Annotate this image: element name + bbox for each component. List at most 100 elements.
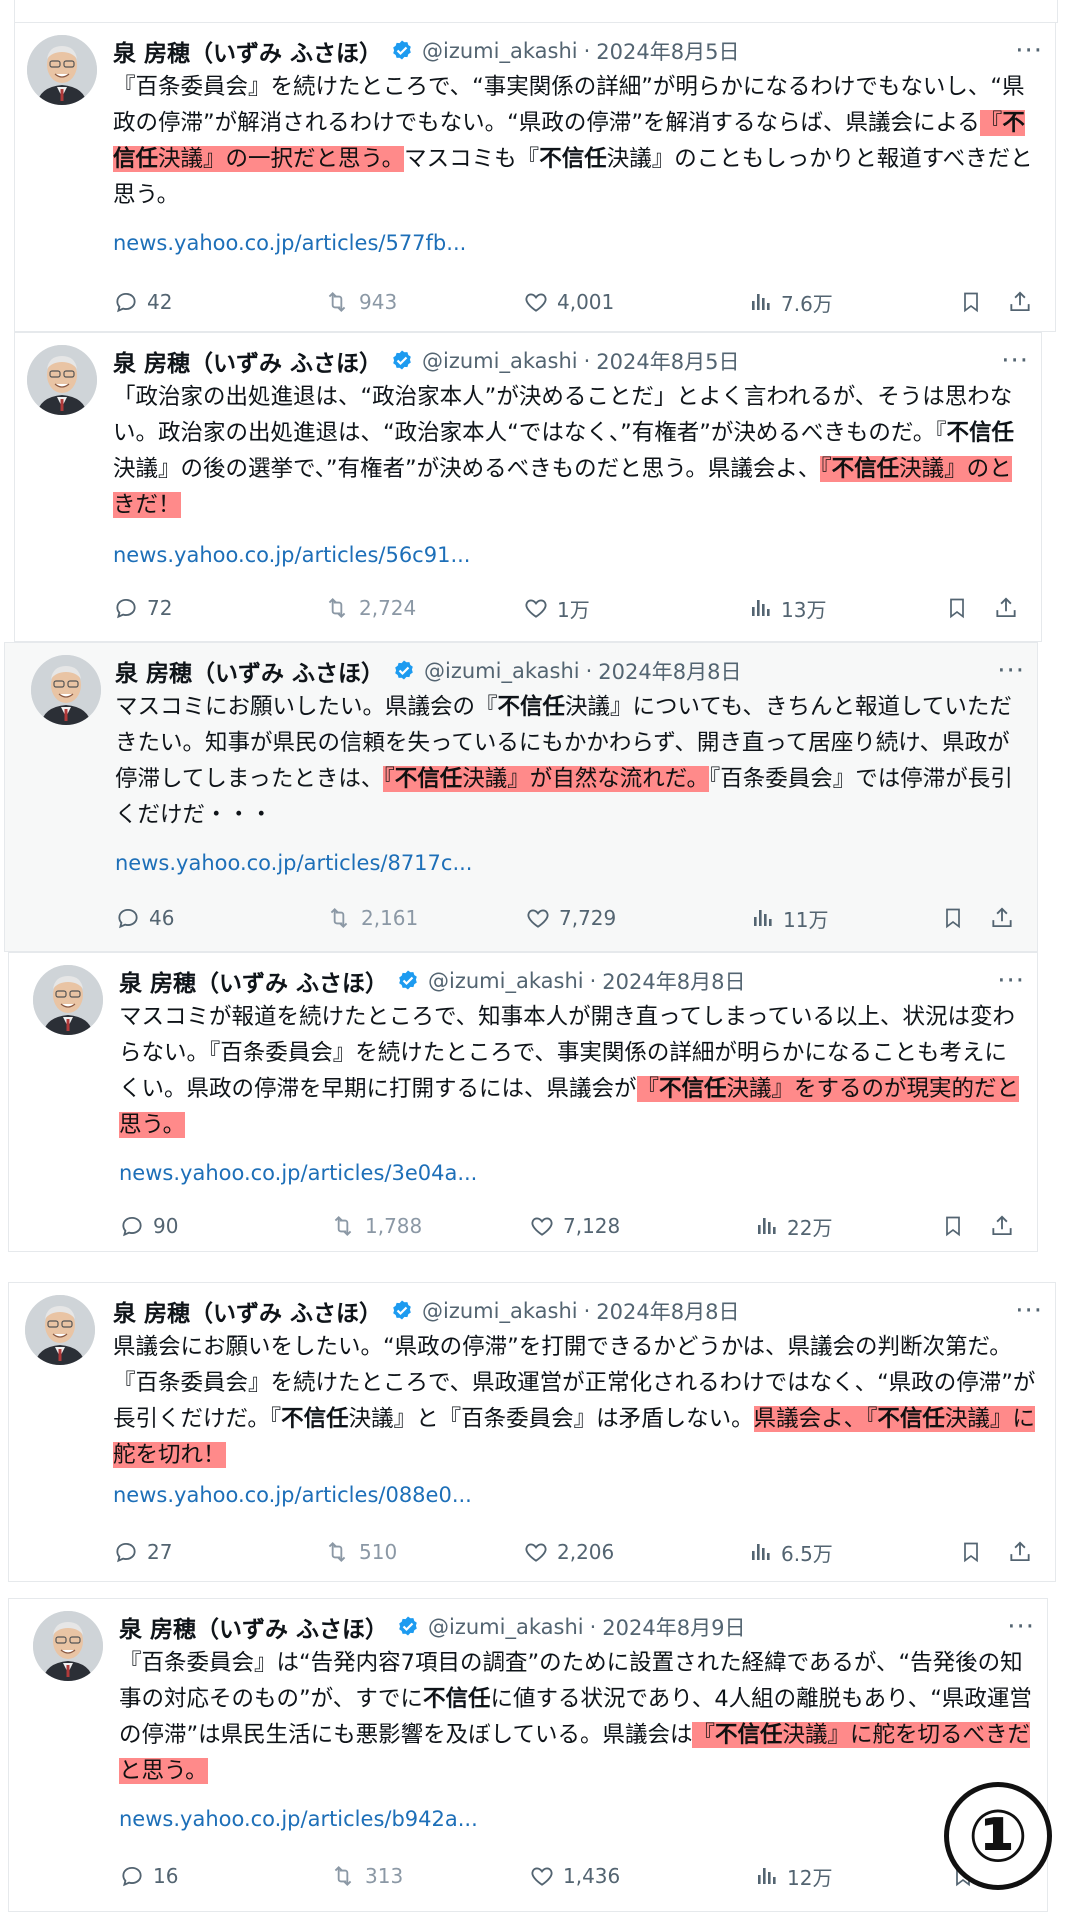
views-count: 6.5万 xyxy=(781,1541,833,1566)
like-button[interactable]: 7,729 xyxy=(525,905,616,931)
author-handle[interactable]: @izumi_akashi xyxy=(422,349,578,373)
more-options-icon[interactable]: ··· xyxy=(997,653,1025,689)
article-link[interactable]: news.yahoo.co.jp/articles/577fb... xyxy=(113,231,466,255)
retweet-button[interactable]: 2,724 xyxy=(323,595,416,621)
author-handle[interactable]: @izumi_akashi xyxy=(428,969,584,993)
article-link[interactable]: news.yahoo.co.jp/articles/56c91... xyxy=(113,543,470,567)
bookmark-button[interactable] xyxy=(945,595,977,621)
text-segment: 決議』と『百条委員会』は矛盾しない。 xyxy=(348,1406,754,1432)
tweet-card[interactable]: 泉 房穂（いずみ ふさほ） @izumi_akashi · 2024年8月9日 … xyxy=(8,1598,1048,1912)
tweet-date[interactable]: 2024年8月9日 xyxy=(602,1612,745,1642)
retweets-count: 1,788 xyxy=(365,1214,423,1238)
author-name[interactable]: 泉 房穂（いずみ ふさほ） xyxy=(119,1610,388,1644)
tweet-header: 泉 房穂（いずみ ふさほ） @izumi_akashi · 2024年8月9日 … xyxy=(119,1609,1035,1645)
more-options-icon[interactable]: ··· xyxy=(1015,1293,1043,1329)
action-bar: 42 943 4,001 7.6万 xyxy=(113,285,1041,319)
retweet-button[interactable]: 510 xyxy=(323,1539,397,1565)
retweet-button[interactable]: 1,788 xyxy=(329,1213,422,1239)
avatar[interactable] xyxy=(25,1295,95,1365)
share-button[interactable] xyxy=(1007,289,1041,315)
like-button[interactable]: 1,436 xyxy=(529,1863,620,1889)
tweet-card[interactable]: 泉 房穂（いずみ ふさほ） @izumi_akashi · 2024年8月8日 … xyxy=(8,952,1038,1252)
article-link[interactable]: news.yahoo.co.jp/articles/8717c... xyxy=(115,851,472,875)
reply-button[interactable]: 72 xyxy=(113,595,172,621)
more-options-icon[interactable]: ··· xyxy=(1015,33,1043,69)
reply-icon xyxy=(113,289,147,315)
avatar[interactable] xyxy=(33,965,103,1035)
reply-button[interactable]: 46 xyxy=(115,905,174,931)
views-button[interactable]: 7.6万 xyxy=(749,288,833,317)
author-handle[interactable]: @izumi_akashi xyxy=(422,39,578,63)
author-handle[interactable]: @izumi_akashi xyxy=(424,659,580,683)
tweet-card[interactable]: 泉 房穂（いずみ ふさほ） @izumi_akashi · 2024年8月8日 … xyxy=(4,642,1038,952)
like-button[interactable]: 4,001 xyxy=(523,289,614,315)
author-name[interactable]: 泉 房穂（いずみ ふさほ） xyxy=(113,344,382,378)
views-button[interactable]: 22万 xyxy=(755,1212,832,1241)
author-handle[interactable]: @izumi_akashi xyxy=(422,1299,578,1323)
views-button[interactable]: 6.5万 xyxy=(749,1538,833,1567)
reply-button[interactable]: 90 xyxy=(119,1213,178,1239)
article-link[interactable]: news.yahoo.co.jp/articles/088e0... xyxy=(113,1483,472,1507)
tweet-date[interactable]: 2024年8月8日 xyxy=(596,1296,739,1326)
like-button[interactable]: 7,128 xyxy=(529,1213,620,1239)
tweet-card[interactable]: 泉 房穂（いずみ ふさほ） @izumi_akashi · 2024年8月8日 … xyxy=(8,1282,1056,1582)
bookmark-button[interactable] xyxy=(941,1213,973,1239)
verified-badge-icon xyxy=(392,659,416,683)
reply-button[interactable]: 27 xyxy=(113,1539,172,1565)
tweet-date[interactable]: 2024年8月8日 xyxy=(602,966,745,996)
verified-badge-icon xyxy=(390,39,414,63)
reply-button[interactable]: 16 xyxy=(119,1863,178,1889)
bar-chart-icon xyxy=(755,1214,787,1238)
avatar[interactable] xyxy=(27,345,97,415)
views-count: 12万 xyxy=(787,1865,833,1890)
views-button[interactable]: 12万 xyxy=(755,1862,832,1891)
bookmark-button[interactable] xyxy=(959,1539,991,1565)
article-link[interactable]: news.yahoo.co.jp/articles/b942a... xyxy=(119,1807,478,1831)
retweet-button[interactable]: 313 xyxy=(329,1863,403,1889)
more-options-icon[interactable]: ··· xyxy=(997,963,1025,999)
share-button[interactable] xyxy=(989,1213,1023,1239)
author-name[interactable]: 泉 房穂（いずみ ふさほ） xyxy=(113,34,382,68)
tweet-card[interactable]: 泉 房穂（いずみ ふさほ） @izumi_akashi · 2024年8月5日 … xyxy=(14,22,1056,332)
share-icon xyxy=(993,595,1027,621)
author-name[interactable]: 泉 房穂（いずみ ふさほ） xyxy=(113,1294,382,1328)
reply-icon xyxy=(119,1213,153,1239)
article-link[interactable]: news.yahoo.co.jp/articles/3e04a... xyxy=(119,1161,477,1185)
verified-badge-icon xyxy=(396,969,420,993)
highlighted-text: 『 xyxy=(979,110,1003,136)
retweet-button[interactable]: 2,161 xyxy=(325,905,418,931)
likes-count: 1,436 xyxy=(563,1864,621,1888)
more-options-icon[interactable]: ··· xyxy=(1007,1609,1035,1645)
bookmark-button[interactable] xyxy=(941,905,973,931)
tweet-text: 県議会にお願いをしたい。“県政の停滞”を打開できるかどうかは、県議会の判断次第だ… xyxy=(113,1329,1043,1473)
more-options-icon[interactable]: ··· xyxy=(1001,343,1029,379)
like-button[interactable]: 1万 xyxy=(523,594,590,623)
avatar[interactable] xyxy=(33,1611,103,1681)
share-button[interactable] xyxy=(1007,1539,1041,1565)
author-name[interactable]: 泉 房穂（いずみ ふさほ） xyxy=(115,654,384,688)
like-button[interactable]: 2,206 xyxy=(523,1539,614,1565)
bookmark-button[interactable] xyxy=(959,289,991,315)
retweet-button[interactable]: 943 xyxy=(323,289,397,315)
views-button[interactable]: 11万 xyxy=(751,904,828,933)
tweet-date[interactable]: 2024年8月5日 xyxy=(596,36,739,66)
bookmark-icon xyxy=(959,1539,991,1565)
retweets-count: 943 xyxy=(359,290,398,314)
tweet-date[interactable]: 2024年8月5日 xyxy=(596,346,739,376)
share-button[interactable] xyxy=(989,905,1023,931)
avatar[interactable] xyxy=(31,655,101,725)
bookmark-icon xyxy=(941,1213,973,1239)
share-icon xyxy=(989,905,1023,931)
tweet-date[interactable]: 2024年8月8日 xyxy=(598,656,741,686)
highlighted-text: 『 xyxy=(636,1076,660,1102)
reply-icon xyxy=(113,595,147,621)
heart-icon xyxy=(525,905,559,931)
author-name[interactable]: 泉 房穂（いずみ ふさほ） xyxy=(119,964,388,998)
author-handle[interactable]: @izumi_akashi xyxy=(428,1615,584,1639)
bar-chart-icon xyxy=(749,1540,781,1564)
share-button[interactable] xyxy=(993,595,1027,621)
tweet-card[interactable]: 泉 房穂（いずみ ふさほ） @izumi_akashi · 2024年8月5日 … xyxy=(14,332,1042,642)
views-button[interactable]: 13万 xyxy=(749,594,826,623)
avatar[interactable] xyxy=(27,35,97,105)
reply-button[interactable]: 42 xyxy=(113,289,172,315)
